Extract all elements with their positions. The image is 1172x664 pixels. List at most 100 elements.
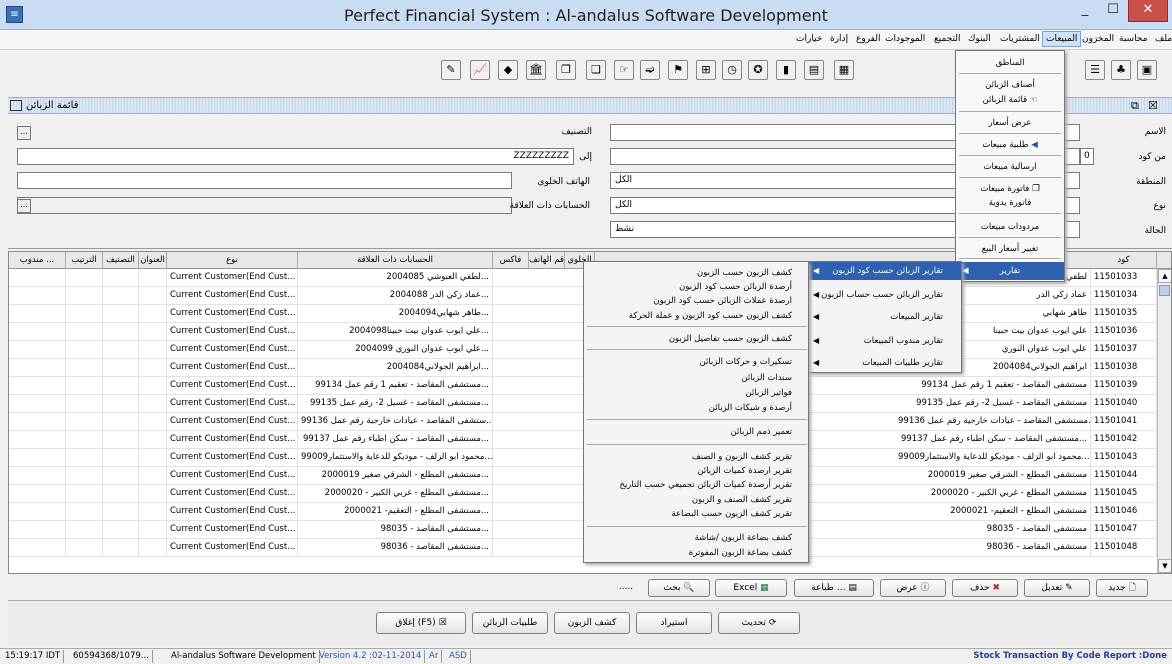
report-item[interactable]: فواتير الزبائن <box>584 387 808 399</box>
menu-inventory[interactable]: المخزون <box>1082 34 1114 44</box>
report-item[interactable]: أرصدة الزبائن حسب كود الزبون <box>584 281 808 293</box>
report-item[interactable]: كشف الزبون حسب الزبون <box>584 267 808 279</box>
report-item[interactable]: كشف الزبون حسب تفاصيل الزبون <box>584 333 808 345</box>
col-fax[interactable]: فاكس <box>493 252 529 269</box>
col-address[interactable]: العنوان <box>139 252 167 269</box>
code-cell: 11501042 <box>1091 431 1157 449</box>
more-dots[interactable]: ..... <box>608 579 644 597</box>
menu-item-sales-order[interactable]: طلبية مبيعات ◀ <box>956 139 1064 151</box>
col-order[interactable]: الترتيب <box>66 252 103 269</box>
submenu-item-rep-reports[interactable]: ◀ تقارير مندوب المبيعات <box>809 332 961 350</box>
report-item[interactable]: تقرير ارصدة كميات الزبائن <box>584 465 808 477</box>
menu-item-sales-returns[interactable]: مردودات مبيعات <box>956 221 1064 233</box>
report-item[interactable]: سندات الزبائن <box>584 372 808 384</box>
menu-item-sales-shipment[interactable]: ارسالية مبيعات <box>956 161 1064 173</box>
search-button[interactable]: بحث 🔍 <box>648 579 710 597</box>
import-button[interactable]: استيراد <box>636 612 712 634</box>
report-item[interactable]: كشف الزبون حسب كود الزبون و عملة الحركة <box>584 310 808 322</box>
menu-accounting[interactable]: محاسبة <box>1119 34 1147 44</box>
menu-item-quotation[interactable]: عرض أسعار <box>956 117 1064 129</box>
related-cell: طاهر شهابي2004094... <box>298 305 493 323</box>
to-code-field[interactable]: ZZZZZZZZZ <box>17 148 574 165</box>
new-button[interactable]: جديد 🗋 <box>1096 579 1148 597</box>
menu-assets[interactable]: الموجودات <box>885 34 925 44</box>
report-item[interactable]: تسكيرات و حركات الزبائن <box>584 356 808 368</box>
print-button[interactable]: طباعة ... ▤ <box>794 579 874 597</box>
menu-item-reports[interactable]: تقارير ◀ <box>956 262 1064 280</box>
report-item[interactable]: تقرير كشف الزبون حسب البضاعة <box>584 508 808 520</box>
flag-icon[interactable]: ⚑ <box>668 60 688 80</box>
maximize-button[interactable]: ☐ <box>1099 2 1127 23</box>
list-icon[interactable]: ☰ <box>1085 60 1105 80</box>
close-window-button[interactable]: إغلاق (F5) ☒ <box>376 612 466 634</box>
menu-item-sales-invoice[interactable]: فاتورة مبيعات ❐ <box>956 183 1064 195</box>
col-code[interactable]: كود <box>1091 252 1157 269</box>
close-button[interactable]: ✕ <box>1128 0 1168 22</box>
empty-cell <box>139 359 167 377</box>
report-item[interactable]: كشف بضاعة الزبون المفوترة <box>584 547 808 559</box>
report-item[interactable]: ارصدة عملات الزبائن حسب كود الزبون <box>584 295 808 307</box>
handshake-icon[interactable]: ☞ <box>614 60 634 80</box>
submenu-item-sales-reports[interactable]: ◀ تقارير المبيعات <box>809 308 961 326</box>
report-item[interactable]: تقرير كشف الصنف و الزبون <box>584 494 808 506</box>
clock-icon[interactable]: ◷ <box>722 60 742 80</box>
submenu-item-by-account[interactable]: ◀ تقارير الزبائن حسب حساب الزبون <box>809 286 961 304</box>
calculator-icon[interactable]: ⊞ <box>696 60 716 80</box>
stamp-icon[interactable]: ✪ <box>748 60 768 80</box>
book-icon[interactable]: ▤ <box>804 60 824 80</box>
submenu-item-by-code[interactable]: ◀ تقارير الزبائن حسب كود الزبون <box>809 262 961 280</box>
menu-purchases[interactable]: المشتريات <box>1000 34 1040 44</box>
menu-item-customer-categories[interactable]: أصناف الزبائن <box>956 79 1064 91</box>
delete-button[interactable]: حذف ✖ <box>952 579 1018 597</box>
col-rep[interactable]: مندوب ... <box>9 252 66 269</box>
menu-item-customer-list[interactable]: قائمة الزبائن ☜ <box>956 94 1064 106</box>
report-item[interactable]: أرصدة و شيكات الزبائن <box>584 402 808 414</box>
related-accounts-field[interactable] <box>17 197 512 214</box>
col-category[interactable]: التصنيف <box>103 252 139 269</box>
bars-icon[interactable]: ▦ <box>834 60 854 80</box>
grid-icon[interactable]: ▣ <box>1137 60 1157 80</box>
menu-admin[interactable]: إدارة <box>830 34 848 44</box>
restore-icon[interactable]: ⧉ <box>1131 99 1139 113</box>
customer-statement-button[interactable]: كشف الزبون <box>554 612 630 634</box>
menu-assembly[interactable]: التجميع <box>934 34 960 44</box>
scroll-down-icon[interactable]: ▼ <box>1158 559 1171 573</box>
menu-sales[interactable]: المبيعات <box>1042 31 1082 47</box>
col-related[interactable]: الحسابات ذات العلاقة <box>298 252 493 269</box>
report-item[interactable]: كشف بضاعة الزبون /شاشة <box>584 532 808 544</box>
excel-button[interactable]: Excel ▦ <box>715 579 787 597</box>
folder-icon[interactable]: ▮ <box>776 60 796 80</box>
menu-banks[interactable]: البنوك <box>968 34 991 44</box>
report-item[interactable]: تعمير ذمم الزبائن <box>584 426 808 438</box>
diamond-icon[interactable]: ◆ <box>498 60 518 80</box>
vertical-scrollbar[interactable]: ▲ ▼ <box>1157 269 1171 573</box>
menu-branches[interactable]: الفروع <box>856 34 880 44</box>
close-frame-icon[interactable]: ☒ <box>1148 99 1158 112</box>
edit-note-icon[interactable]: ✎ <box>441 60 461 80</box>
transfer-icon[interactable]: ➫ <box>640 60 660 80</box>
menu-options[interactable]: خيارات <box>796 34 822 44</box>
copy-icon[interactable]: ❐ <box>556 60 576 80</box>
scroll-thumb[interactable] <box>1159 285 1170 296</box>
menu-item-regions[interactable]: المناطق <box>956 57 1064 69</box>
submenu-item-order-reports[interactable]: ◀ تقارير طلبيات المبيعات <box>809 354 961 372</box>
col-phone[interactable]: رقم الهاتف <box>529 252 565 269</box>
refresh-button[interactable]: تحديث ⟳ <box>718 612 800 634</box>
duplicate-icon[interactable]: ❏ <box>586 60 606 80</box>
menu-item-manual-invoice[interactable]: فاتورة يدوية <box>956 197 1064 209</box>
chart-icon[interactable]: 📈 <box>470 60 490 80</box>
org-chart-icon[interactable]: ♣ <box>1111 60 1131 80</box>
bank-icon[interactable]: 🏛 <box>526 60 546 80</box>
menu-item-change-prices[interactable]: تغيير أسعار البيع <box>956 243 1064 255</box>
edit-button[interactable]: تعديل ✎ <box>1024 579 1090 597</box>
minimize-button[interactable]: _ <box>1071 2 1099 23</box>
view-button[interactable]: عرض ⓘ <box>880 579 946 597</box>
scroll-up-icon[interactable]: ▲ <box>1158 269 1171 283</box>
report-item[interactable]: تقرير كشف الزبون و الصنف <box>584 451 808 463</box>
col-type[interactable]: نوع <box>167 252 298 269</box>
menu-file[interactable]: ملف <box>1155 34 1172 44</box>
mobile-field[interactable] <box>17 172 512 189</box>
info-icon: ⓘ <box>920 583 930 593</box>
report-item[interactable]: تقرير أرصدة كميات الزبائن تجميعي حسب الت… <box>584 479 808 491</box>
customer-requests-button[interactable]: طلبيات الزبائن <box>472 612 548 634</box>
